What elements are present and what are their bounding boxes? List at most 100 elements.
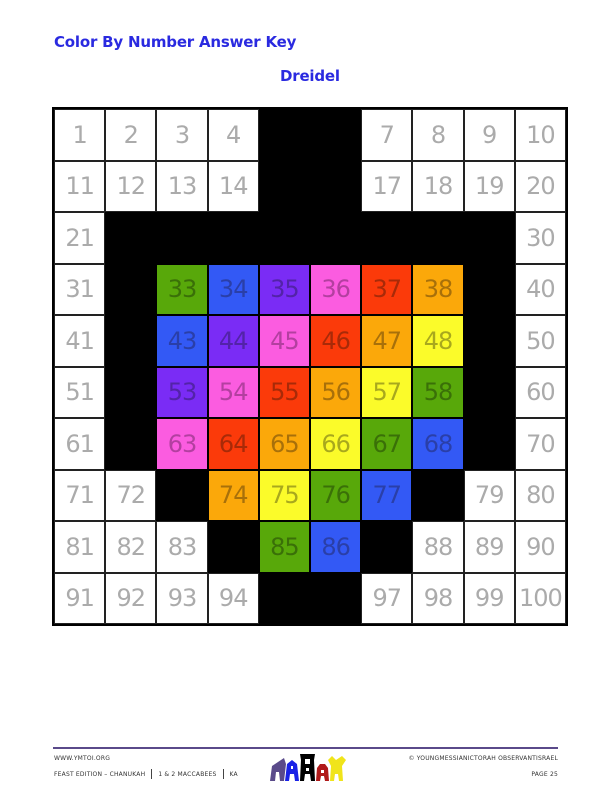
footer-tag: KA: [229, 770, 238, 778]
grid-cell-20: 20: [514, 160, 566, 212]
grid-cell-83: 83: [156, 521, 208, 573]
grid-cell-79: 79: [463, 469, 515, 521]
grid-cell-38: 38: [412, 263, 464, 315]
grid-cell-32: 32: [105, 263, 157, 315]
grid-cell-37: 37: [361, 263, 413, 315]
page-number: PAGE 25: [531, 771, 558, 778]
grid-cell-42: 42: [105, 315, 157, 367]
grid-cell-31: 31: [54, 263, 106, 315]
grid-cell-76: 76: [310, 469, 362, 521]
grid-cell-5: 5: [258, 109, 310, 161]
grid-cell-91: 91: [54, 572, 106, 624]
grid-cell-33: 33: [156, 263, 208, 315]
grid-cell-80: 80: [514, 469, 566, 521]
grid-cell-72: 72: [105, 469, 157, 521]
grid-cell-46: 46: [310, 315, 362, 367]
grid-cell-94: 94: [207, 572, 259, 624]
grid-cell-35: 35: [258, 263, 310, 315]
grid-cell-16: 16: [310, 160, 362, 212]
grid-cell-13: 13: [156, 160, 208, 212]
grid-cell-74: 74: [207, 469, 259, 521]
grid-cell-93: 93: [156, 572, 208, 624]
grid-cell-3: 3: [156, 109, 208, 161]
footer-book: 1 & 2 MACCABEES: [158, 770, 217, 778]
grid-cell-19: 19: [463, 160, 515, 212]
grid-cell-96: 96: [310, 572, 362, 624]
grid-cell-75: 75: [258, 469, 310, 521]
grid-cell-28: 28: [412, 212, 464, 264]
grid-cell-51: 51: [54, 366, 106, 418]
grid-cell-27: 27: [361, 212, 413, 264]
grid-cell-85: 85: [258, 521, 310, 573]
grid-cell-97: 97: [361, 572, 413, 624]
grid-cell-57: 57: [361, 366, 413, 418]
grid-cell-73: 73: [156, 469, 208, 521]
grid-cell-77: 77: [361, 469, 413, 521]
grid-cell-1: 1: [54, 109, 106, 161]
grid-cell-24: 24: [207, 212, 259, 264]
footer-website: WWW.YMTOI.ORG: [54, 755, 111, 762]
grid-cell-92: 92: [105, 572, 157, 624]
grid-cell-12: 12: [105, 160, 157, 212]
footer-right: © YOUNGMESSIANICTORAH OBSERVANTISRAEL PA…: [408, 755, 558, 778]
grid-cell-54: 54: [207, 366, 259, 418]
grid-cell-87: 87: [361, 521, 413, 573]
grid-cell-45: 45: [258, 315, 310, 367]
grid-cell-99: 99: [463, 572, 515, 624]
grid-cell-4: 4: [207, 109, 259, 161]
grid-cell-69: 69: [463, 418, 515, 470]
grid-cell-21: 21: [54, 212, 106, 264]
grid-cell-82: 82: [105, 521, 157, 573]
grid-cell-23: 23: [156, 212, 208, 264]
grid-cell-14: 14: [207, 160, 259, 212]
grid-cell-89: 89: [463, 521, 515, 573]
grid-cell-63: 63: [156, 418, 208, 470]
grid-cell-30: 30: [514, 212, 566, 264]
grid-cell-90: 90: [514, 521, 566, 573]
grid-cell-11: 11: [54, 160, 106, 212]
grid-cell-56: 56: [310, 366, 362, 418]
logo-figure-blue: [285, 760, 299, 781]
grid-cell-15: 15: [258, 160, 310, 212]
footer-separator: [222, 769, 224, 779]
footer-copyright: © YOUNGMESSIANICTORAH OBSERVANTISRAEL: [408, 755, 558, 762]
grid-cell-7: 7: [361, 109, 413, 161]
logo-figure-red: [316, 764, 329, 781]
page-title: Color By Number Answer Key: [54, 33, 297, 51]
grid-cell-43: 43: [156, 315, 208, 367]
page-subtitle: Dreidel: [280, 67, 340, 85]
grid-cell-58: 58: [412, 366, 464, 418]
grid-cell-95: 95: [258, 572, 310, 624]
grid-cell-59: 59: [463, 366, 515, 418]
grid-cell-34: 34: [207, 263, 259, 315]
grid-cell-67: 67: [361, 418, 413, 470]
logo-figure-black: [300, 754, 315, 781]
grid-cell-18: 18: [412, 160, 464, 212]
grid-cell-50: 50: [514, 315, 566, 367]
grid-cell-40: 40: [514, 263, 566, 315]
grid-cell-64: 64: [207, 418, 259, 470]
grid-cell-53: 53: [156, 366, 208, 418]
footer-separator: [151, 769, 153, 779]
grid-cell-81: 81: [54, 521, 106, 573]
grid-cell-65: 65: [258, 418, 310, 470]
grid-cell-49: 49: [463, 315, 515, 367]
grid-cell-71: 71: [54, 469, 106, 521]
grid-cell-36: 36: [310, 263, 362, 315]
grid-cell-62: 62: [105, 418, 157, 470]
grid-cell-6: 6: [310, 109, 362, 161]
grid-cell-98: 98: [412, 572, 464, 624]
grid-cell-2: 2: [105, 109, 157, 161]
logo-figure-yellow: [328, 756, 346, 781]
footer-edition: FEAST EDITION – CHANUKAH: [54, 770, 146, 778]
grid-cell-29: 29: [463, 212, 515, 264]
grid-cell-60: 60: [514, 366, 566, 418]
grid-cell-26: 26: [310, 212, 362, 264]
grid-cell-100: 100: [514, 572, 566, 624]
grid-cell-9: 9: [463, 109, 515, 161]
grid-cell-47: 47: [361, 315, 413, 367]
grid-cell-78: 78: [412, 469, 464, 521]
grid-cell-88: 88: [412, 521, 464, 573]
grid-cell-41: 41: [54, 315, 106, 367]
footer-left: WWW.YMTOI.ORG FEAST EDITION – CHANUKAH 1…: [54, 755, 238, 779]
